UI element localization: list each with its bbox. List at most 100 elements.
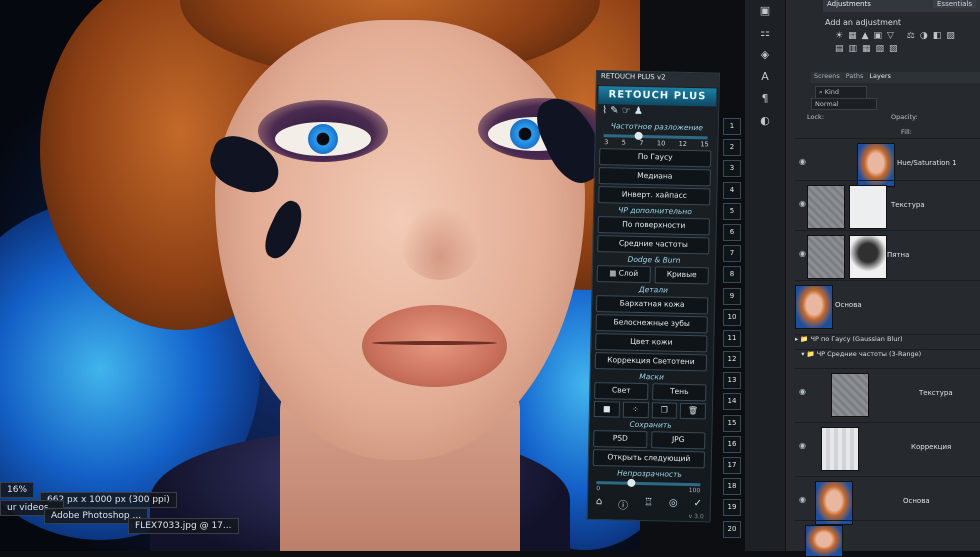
number-button[interactable]: 17 xyxy=(723,457,741,474)
masks-title: Маски xyxy=(639,371,664,382)
dodge-curves-button[interactable]: Кривые xyxy=(654,266,709,285)
layer-row[interactable]: ◉ Текстура xyxy=(795,368,980,423)
mask-tools-row: ■ ⁘ ❐ 🗑 xyxy=(593,401,707,420)
number-button[interactable]: 16 xyxy=(723,435,741,453)
number-button[interactable]: 15 xyxy=(723,414,741,432)
photo-canvas[interactable] xyxy=(0,0,640,551)
left-iris xyxy=(308,124,338,154)
layer-thumbnail xyxy=(815,481,853,525)
mask-shadow-button[interactable]: Тень xyxy=(652,383,707,402)
layer-row[interactable]: ◉ Текстура xyxy=(795,180,980,233)
copy-icon[interactable]: ❐ xyxy=(651,402,678,419)
number-button[interactable]: 20 xyxy=(723,520,741,538)
number-button[interactable]: 5 xyxy=(723,202,741,220)
freq-scale-label: 15 xyxy=(700,140,709,149)
number-button[interactable]: 2 xyxy=(723,139,741,157)
square-mask-icon[interactable]: ■ xyxy=(593,401,620,418)
layer-thumbnail xyxy=(807,235,845,279)
skin-color-button[interactable]: Цвет кожи xyxy=(595,333,708,353)
type-icon[interactable]: A xyxy=(745,66,785,88)
nose xyxy=(400,205,480,280)
number-button[interactable]: 3 xyxy=(723,160,741,178)
number-button[interactable]: 8 xyxy=(723,266,741,284)
blend-mode-select[interactable]: Normal xyxy=(811,98,877,110)
gift-icon[interactable]: ♖ xyxy=(644,497,653,512)
instagram-icon[interactable]: ◎ xyxy=(669,498,678,513)
opacity-range: 0 100 xyxy=(596,485,700,494)
visibility-eye-icon[interactable]: ◉ xyxy=(799,441,806,450)
opacity-title: Непрозрачность xyxy=(617,468,682,479)
smudge-icon[interactable]: ☞ xyxy=(622,106,631,117)
number-button[interactable]: 19 xyxy=(723,499,741,517)
tab-layers[interactable]: Layers xyxy=(869,72,891,83)
layer-row[interactable]: ◉ Пятна xyxy=(795,230,980,283)
left-eye xyxy=(275,122,371,156)
layer-row[interactable]: ◉ Коррекция xyxy=(795,422,980,477)
freq-scale-label: 7 xyxy=(639,138,644,148)
retouch-plus-panel: RETOUCH PLUS v2 RETOUCH PLUS ⌇ ✎ ☞ ♟ Час… xyxy=(586,70,720,523)
vk-icon[interactable]: ✓ xyxy=(693,498,702,513)
layer-group[interactable]: ▸ 📁 ЧР по Гаусу (Gaussian Blur) xyxy=(795,334,980,348)
save-jpg-button[interactable]: JPG xyxy=(651,431,706,450)
dodge-layer-label: Слой xyxy=(618,268,639,278)
layer-icon: ▦ xyxy=(609,268,619,278)
layer-thumbnail xyxy=(805,525,843,557)
number-button[interactable]: 7 xyxy=(723,245,741,263)
tab-screens[interactable]: Screens xyxy=(814,72,840,83)
white-teeth-button[interactable]: Белоснежные зубы xyxy=(595,314,708,334)
invert-highpass-button[interactable]: Инверт. хайпасс xyxy=(598,186,711,206)
mid-frequencies-button[interactable]: Средние частоты xyxy=(597,235,710,255)
selection-icon[interactable]: ⁘ xyxy=(622,401,649,419)
dodge-layer-button[interactable]: ▦ Слой xyxy=(596,265,651,284)
brush-panel-icon[interactable]: ◈ xyxy=(745,44,785,66)
number-button[interactable]: 12 xyxy=(723,351,741,369)
info-icon[interactable]: ⓘ xyxy=(618,497,628,512)
panel-titlebar[interactable]: RETOUCH PLUS v2 xyxy=(596,71,719,88)
layer-thumbnail xyxy=(821,427,859,471)
layer-row[interactable]: ◉ Основа xyxy=(795,280,980,333)
pen-icon[interactable]: ✎ xyxy=(610,105,619,116)
mask-light-button[interactable]: Свет xyxy=(594,382,649,401)
layer-row[interactable] xyxy=(795,520,980,557)
freq-scale-label: 5 xyxy=(621,138,627,147)
visibility-eye-icon[interactable]: ◉ xyxy=(799,157,806,166)
actions-icon[interactable]: ⚏ xyxy=(745,22,785,44)
layer-group[interactable]: ▾ 📁 ЧР Средние частоты (3-Range) xyxy=(795,349,980,363)
adjustment-icons[interactable]: ☀▦▲▣▽ ⚖◑◧▨ ▤▥▦▧▨ xyxy=(835,30,975,56)
light-shadow-correction-button[interactable]: Коррекция Светотени xyxy=(594,352,708,372)
freq-scale: 3 5 7 10 12 15 xyxy=(595,138,717,149)
median-button[interactable]: Медиана xyxy=(598,167,711,187)
number-button[interactable]: 14 xyxy=(723,393,741,411)
velvet-skin-button[interactable]: Бархатная кожа xyxy=(595,295,709,315)
tab-paths[interactable]: Paths xyxy=(846,72,864,83)
visibility-eye-icon[interactable]: ◉ xyxy=(799,387,806,396)
number-button[interactable]: 10 xyxy=(723,308,741,326)
character-icon[interactable]: ¶ xyxy=(745,88,785,110)
gaussian-button[interactable]: По Гаусу xyxy=(599,148,712,168)
number-button[interactable]: 11 xyxy=(723,329,741,347)
open-next-button[interactable]: Открыть следующий xyxy=(592,449,706,469)
home-icon[interactable]: ⌂ xyxy=(596,496,603,511)
essentials-workspace[interactable]: Essentials xyxy=(933,0,977,8)
number-button[interactable]: 13 xyxy=(723,372,741,390)
visibility-eye-icon[interactable]: ◉ xyxy=(799,199,806,208)
fill-label: Fill: xyxy=(901,128,912,136)
photoshop-dock: ▣ ⚏ ◈ A ¶ ◐ Adjustments Essentials Add a… xyxy=(745,0,980,557)
number-button[interactable]: 1 xyxy=(723,118,741,135)
surface-button[interactable]: По поверхности xyxy=(597,216,710,236)
visibility-eye-icon[interactable]: ◉ xyxy=(799,249,806,258)
brush-icon[interactable]: ⌇ xyxy=(602,105,607,116)
visibility-eye-icon[interactable]: ◉ xyxy=(799,495,806,504)
info-panel-icon[interactable]: ◐ xyxy=(745,110,785,132)
taskbar-file[interactable]: FLEX7033.jpg @ 17... xyxy=(128,518,239,534)
stamp-icon[interactable]: ♟ xyxy=(634,106,643,117)
number-button[interactable]: 18 xyxy=(723,478,741,496)
number-buttons: 1 2 3 4 5 6 7 8 9 10 11 12 13 14 15 16 17 18 19 20 xyxy=(723,118,741,542)
save-psd-button[interactable]: PSD xyxy=(593,430,648,449)
number-button[interactable]: 4 xyxy=(723,181,741,199)
number-button[interactable]: 6 xyxy=(723,223,741,241)
history-icon[interactable]: ▣ xyxy=(745,0,785,22)
save-title: Сохранить xyxy=(629,419,672,430)
trash-icon[interactable]: 🗑 xyxy=(679,402,707,420)
number-button[interactable]: 9 xyxy=(723,287,741,305)
